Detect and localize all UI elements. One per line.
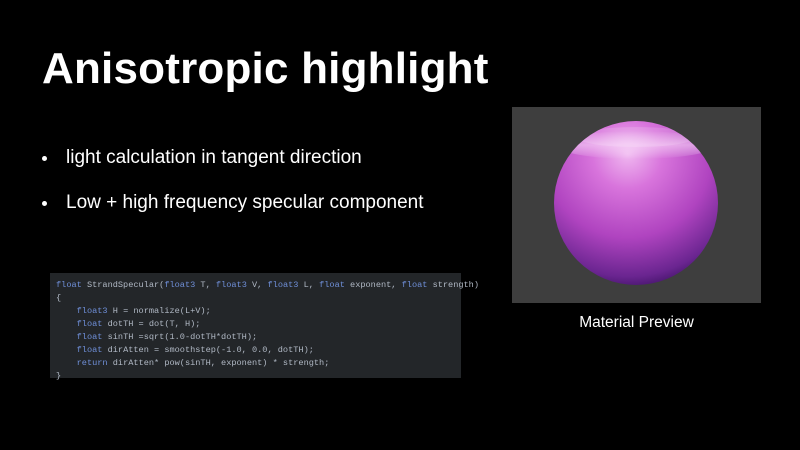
code-line: float sinTH =sqrt(1.0-dotTH*dotTH);	[56, 331, 455, 344]
code-text: dirAtten = smoothstep(-1.0, 0.0, dotTH);	[102, 345, 314, 355]
code-text: sinTH =sqrt(1.0-dotTH*dotTH);	[102, 332, 258, 342]
preview-caption: Material Preview	[579, 314, 694, 331]
code-snippet: float StrandSpecular(float3 T, float3 V,…	[50, 273, 479, 381]
code-keyword: float	[76, 332, 103, 342]
code-text: dotTH = dot(T, H);	[102, 319, 201, 329]
slide-title: Anisotropic highlight	[42, 44, 489, 93]
sphere-image	[554, 121, 718, 285]
code-keyword: float3	[215, 280, 247, 290]
bullet-item: Low + high frequency specular component	[42, 191, 424, 236]
code-text: H = normalize(L+V);	[107, 306, 211, 316]
code-keyword: float	[319, 280, 345, 290]
bullet-item: light calculation in tangent direction	[42, 146, 424, 191]
code-keyword: return	[76, 358, 108, 368]
code-keyword: float	[56, 280, 82, 290]
code-keyword: float3	[267, 280, 299, 290]
code-text: dirAtten* pow(sinTH, exponent) * strengt…	[107, 358, 330, 368]
code-text: StrandSpecular(	[81, 280, 165, 290]
bullet-list: light calculation in tangent direction L…	[42, 146, 424, 236]
code-line: {	[56, 292, 455, 305]
code-line: float dotTH = dot(T, H);	[56, 318, 455, 331]
code-line: float StrandSpecular(float3 T, float3 V,…	[56, 279, 479, 292]
code-text: L,	[298, 280, 320, 290]
code-text: }	[56, 371, 62, 381]
code-text: exponent,	[344, 280, 402, 290]
code-line: }	[56, 370, 455, 383]
code-line: float3 H = normalize(L+V);	[56, 305, 455, 318]
code-text: strength)	[427, 280, 479, 290]
code-text: {	[56, 293, 62, 303]
bullet-text: light calculation in tangent direction	[66, 147, 362, 168]
code-keyword: float3	[164, 280, 196, 290]
code-line: float dirAtten = smoothstep(-1.0, 0.0, d…	[56, 344, 455, 357]
code-text: T,	[195, 280, 216, 290]
material-preview	[512, 107, 761, 303]
code-keyword: float	[76, 319, 103, 329]
bullet-dot-icon	[42, 201, 47, 206]
bullet-dot-icon	[42, 156, 47, 161]
bullet-text: Low + high frequency specular component	[66, 192, 424, 213]
code-line: return dirAtten* pow(sinTH, exponent) * …	[56, 357, 455, 370]
code-keyword: float	[401, 280, 428, 290]
code-keyword: float3	[76, 306, 108, 316]
code-keyword: float	[76, 345, 103, 355]
code-text: V,	[246, 280, 268, 290]
